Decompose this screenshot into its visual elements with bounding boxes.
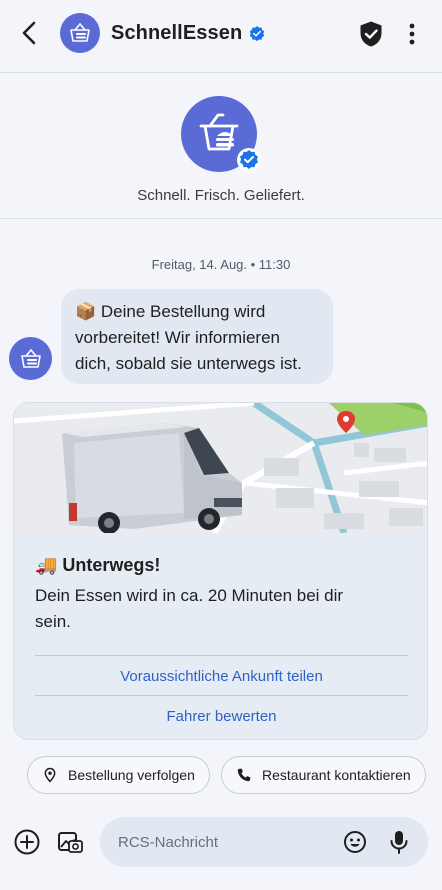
profile-divider: [0, 218, 442, 219]
app-bar: SchnellEssen: [0, 0, 442, 70]
phone-icon: [237, 768, 251, 782]
brand-avatar[interactable]: [60, 13, 100, 53]
card-description: Dein Essen wird in ca. 20 Minuten bei di…: [35, 586, 344, 631]
emoji-icon[interactable]: [343, 830, 367, 854]
chip-label: Bestellung verfolgen: [68, 767, 195, 783]
delivery-map-image[interactable]: [14, 403, 428, 533]
card-title: 🚚 Unterwegs!: [35, 555, 161, 575]
location-pin-icon: [44, 767, 56, 783]
contact-restaurant-chip[interactable]: Restaurant kontaktieren: [221, 756, 426, 794]
message-composer[interactable]: [100, 817, 428, 867]
add-circle-icon[interactable]: [13, 828, 41, 856]
sender-avatar[interactable]: [9, 337, 52, 380]
food-basket-icon: [199, 113, 239, 151]
message-input[interactable]: [118, 832, 328, 852]
food-basket-icon: [20, 348, 41, 368]
rich-card: 🚚 Unterwegs! Dein Essen wird in ca. 20 M…: [13, 402, 428, 740]
conversation-title: SchnellEssen: [111, 22, 243, 44]
rate-driver-button[interactable]: Fahrer bewerten: [14, 708, 427, 725]
share-eta-button[interactable]: Voraussichtliche Ankunft teilen: [14, 668, 427, 685]
message-timestamp: Freitag, 14. Aug. • 11:30: [151, 257, 291, 272]
food-basket-icon: [70, 22, 90, 42]
shield-check-icon[interactable]: [358, 20, 384, 48]
more-vert-icon[interactable]: [403, 20, 421, 48]
arrow-back-icon[interactable]: [14, 17, 46, 49]
track-order-chip[interactable]: Bestellung verfolgen: [27, 756, 210, 794]
gallery-icon[interactable]: [56, 828, 84, 856]
title-group[interactable]: SchnellEssen: [111, 22, 266, 45]
verified-badge-icon: [250, 25, 265, 41]
business-profile: Schnell. Frisch. Geliefert.: [0, 72, 442, 218]
business-tagline: Schnell. Frisch. Geliefert.: [137, 187, 305, 204]
verified-badge-icon: [237, 148, 261, 172]
card-divider: [35, 655, 408, 656]
incoming-message[interactable]: 📦 Deine Bestellung wird vorbereitet! Wir…: [61, 289, 333, 384]
mic-icon[interactable]: [387, 829, 411, 855]
chip-label: Restaurant kontaktieren: [262, 767, 411, 783]
card-divider: [35, 695, 408, 696]
